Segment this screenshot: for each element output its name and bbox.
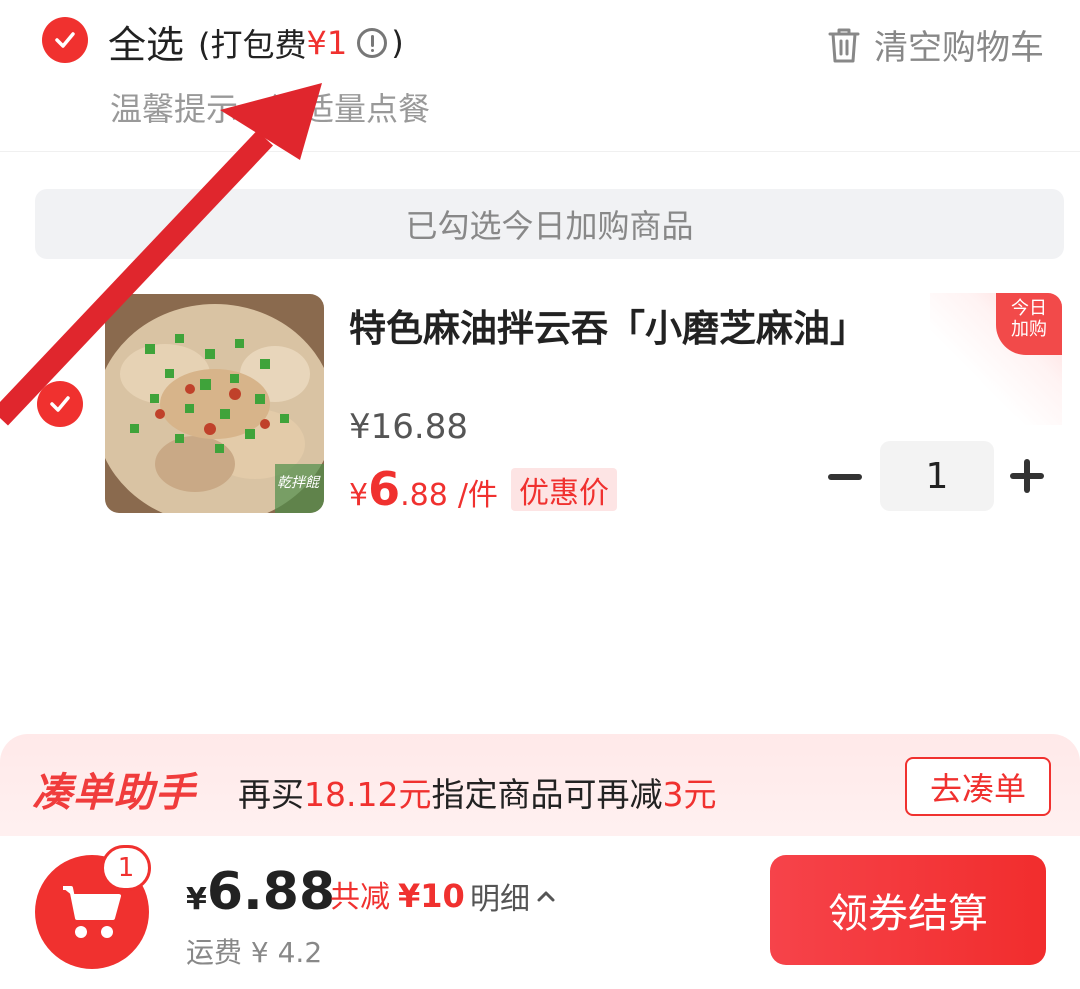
decrease-quantity-button[interactable] xyxy=(828,474,862,480)
clear-cart-label: 清空购物车 xyxy=(874,28,1044,68)
today-added-banner: 已勾选今日加购商品 xyxy=(35,189,1064,259)
discount-price-tag: 优惠价 xyxy=(511,468,617,511)
pack-fee-amount: ¥1 xyxy=(306,24,348,62)
quantity-value[interactable]: 1 xyxy=(880,441,994,511)
select-all-checkbox[interactable] xyxy=(42,17,88,63)
checkmark-icon xyxy=(55,32,75,48)
hint-text: 温馨提示，请适量点餐 xyxy=(110,90,431,128)
add-on-button[interactable]: 去凑单 xyxy=(905,757,1051,816)
checkout-button[interactable]: 领券结算 xyxy=(770,855,1046,965)
cart-header: 全选 (打包费 ¥1 ) 清空购物车 温馨提示，请适量点餐 xyxy=(0,0,1080,152)
sale-price: ¥ 6 .88 /件 xyxy=(349,462,498,516)
clear-cart-button[interactable]: 清空购物车 xyxy=(826,20,1044,69)
promo-title: 凑单助手 xyxy=(32,770,196,816)
today-added-badge: 今日 加购 xyxy=(996,293,1062,355)
cart-icon xyxy=(63,886,121,938)
pack-fee-close: ) xyxy=(391,24,404,62)
pack-fee: (打包费 ¥1 ) xyxy=(198,20,404,66)
info-icon[interactable] xyxy=(357,28,388,58)
today-added-corner: 今日 加购 xyxy=(930,293,1062,425)
total-discount: 共减 ¥10 xyxy=(330,877,465,915)
select-all-label[interactable]: 全选 xyxy=(108,14,184,69)
chevron-up-icon xyxy=(537,891,555,902)
product-image-caption: 乾拌餛 xyxy=(277,475,319,491)
pack-fee-open: (打包费 xyxy=(198,26,307,64)
product-name[interactable]: 特色麻油拌云吞「小磨芝麻油」 xyxy=(349,298,867,352)
product-checkbox[interactable] xyxy=(37,381,83,427)
product-image[interactable]: 乾拌餛 xyxy=(105,294,324,513)
shipping-fee: 运费 ¥ 4.2 xyxy=(186,936,323,969)
cart-count-badge: 1 xyxy=(101,845,151,891)
price-detail-toggle[interactable]: 明细 xyxy=(470,874,556,918)
original-price: ¥16.88 xyxy=(349,407,468,447)
trash-icon xyxy=(828,28,860,62)
promo-text: 再买 18.12元 指定商品可再减 3元 xyxy=(238,775,717,814)
total-price: ¥ 6.88 xyxy=(186,862,336,922)
checkmark-icon xyxy=(50,396,70,412)
increase-quantity-button[interactable] xyxy=(1010,459,1044,493)
